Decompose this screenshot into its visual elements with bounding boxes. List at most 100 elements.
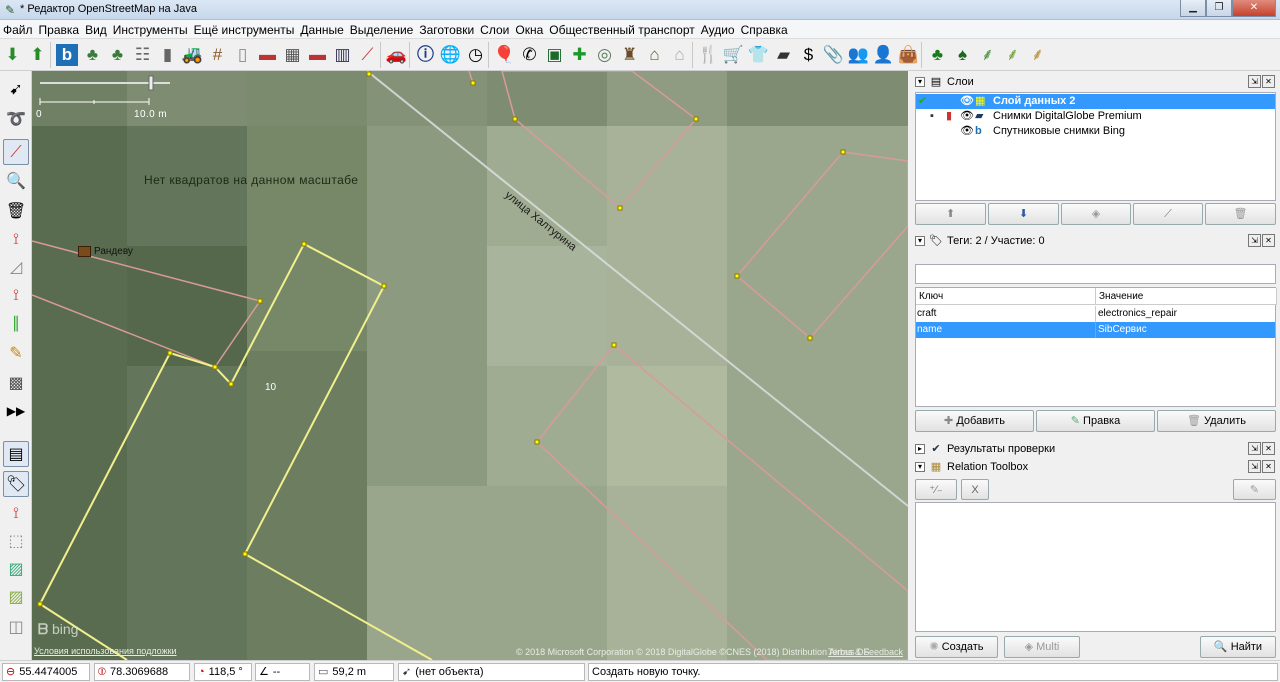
remove-relation-button[interactable]: X [961,479,989,500]
globe-icon[interactable]: 🌐 [438,42,463,68]
building-tool[interactable]: ▩ [3,371,29,397]
visibility-eye-icon[interactable]: 👁 [960,94,974,109]
edit-relation-button[interactable]: ✎ [1233,479,1276,500]
shirt-icon[interactable]: 👕 [746,42,771,68]
rails-icon[interactable]: # [205,42,230,68]
house-icon[interactable]: ⌂ [667,42,692,68]
cutlery-icon[interactable]: 🍴 [696,42,721,68]
people-icon[interactable]: 👥 [846,42,871,68]
cart-icon[interactable]: 🛒 [721,42,746,68]
car-icon[interactable]: 🚗 [384,42,409,68]
improve-way-tool[interactable]: ◿ [3,255,29,281]
menu-windows[interactable]: Окна [512,20,546,38]
validation-panel-header[interactable]: ▸ ✔ Результаты проверки ⇲ ✕ [912,440,1277,458]
relation-toggle[interactable]: ⬚ [3,529,29,555]
info-icon[interactable]: ⓘ [413,42,438,68]
menu-data[interactable]: Данные [297,20,346,38]
minimize-button[interactable]: ▁ [1180,0,1206,17]
tree-icon[interactable]: ♣ [105,42,130,68]
extrude-tool[interactable]: ⟟ [3,283,29,309]
imagery-terms-link[interactable]: Условия использования подложки [34,646,177,656]
dollar-icon[interactable]: $ [796,42,821,68]
detach-icon[interactable]: ⇲ [1248,442,1261,455]
detach-icon[interactable]: ⇲ [1248,234,1261,247]
menu-imagery[interactable]: Слои [477,20,512,38]
lasso-tool[interactable]: ➰ [3,107,29,133]
select-tool[interactable]: ➹ [3,77,29,103]
chalkboard-icon[interactable]: ▣ [542,42,567,68]
col-key-header[interactable]: Ключ [916,288,1096,305]
find-button[interactable]: 🔍 Найти [1200,636,1276,658]
menu-edit[interactable]: Правка [36,20,83,38]
move-up-button[interactable]: ⬆ [915,203,986,225]
map-toggle[interactable]: ▨ [3,585,29,611]
trees-icon[interactable]: ♣ [925,42,950,68]
layer-item[interactable]: ✔ 👁 ▦ Слой данных 2 [916,94,1275,109]
zoom-tool[interactable]: 🔍 [3,169,29,195]
image-toggle[interactable]: ▨ [3,557,29,583]
add-tag-button[interactable]: ✚ Добавить [915,410,1034,432]
delete-tool[interactable]: 🗑 [3,199,29,225]
relation-toolbox-header[interactable]: ▾ ▦ Relation Toolbox ⇲ ✕ [912,458,1277,476]
upload-icon[interactable]: ⬆ [25,42,50,68]
menu-audio[interactable]: Аудио [698,20,738,38]
factory-icon[interactable]: ⌂ [642,42,667,68]
more-tools-button[interactable]: ▶▶ [3,398,29,424]
filter-toggle[interactable]: ◫ [3,615,29,641]
phone-icon[interactable]: ✆ [517,42,542,68]
fence-icon[interactable]: ▦ [280,42,305,68]
ladder-icon[interactable]: ☷ [130,42,155,68]
poi-cafe[interactable]: Рандеву [78,246,133,257]
delete-layer-button[interactable]: 🗑 [1205,203,1276,225]
expand-icon[interactable]: ▸ [915,444,925,455]
edit-tag-button[interactable]: ✎ Правка [1036,410,1155,432]
bag-icon[interactable]: 👜 [896,42,921,68]
brick-icon[interactable]: ▬ [305,42,330,68]
layers-panel-header[interactable]: ▾ ▤ Слои ⇲ ✕ [912,73,1277,91]
wheat-icon[interactable]: ⸙ [1025,42,1050,68]
table-row[interactable]: name SibСервис [916,322,1275,338]
tag-panel-toggle[interactable]: 🏷 [3,471,29,497]
collapse-icon[interactable]: ▾ [915,77,925,88]
split-tool[interactable]: ⟟ [3,227,29,253]
wall-icon[interactable]: ▬ [255,42,280,68]
barrier-icon[interactable]: ▮ [155,42,180,68]
visibility-eye-icon[interactable]: 👁 [960,109,974,124]
hydrant-icon[interactable]: ▯ [230,42,255,68]
clip-icon[interactable]: 📎 [821,42,846,68]
col-value-header[interactable]: Значение [1096,288,1277,305]
menu-file[interactable]: Файл [0,20,36,38]
car-repair-icon[interactable]: ▰ [771,42,796,68]
bing-icon[interactable]: b [56,44,78,66]
toggle-dialogs-button[interactable]: ▤ [3,441,29,467]
clock-icon[interactable]: ◷ [463,42,488,68]
detach-icon[interactable]: ⇲ [1248,460,1261,473]
collapse-icon[interactable]: ▾ [915,236,925,247]
tree-icon[interactable]: ♣ [80,42,105,68]
tags-panel-header[interactable]: ▾ 🏷 Теги: 2 / Участие: 0 ⇲ ✕ [912,232,1277,250]
parallel-tool[interactable]: ∥ [3,311,29,337]
maximize-button[interactable]: ❐ [1206,0,1232,17]
menu-tools[interactable]: Инструменты [110,20,191,38]
tag-search-input[interactable] [915,264,1276,284]
download-icon[interactable]: ⬇ [0,42,25,68]
merge-button[interactable]: ◈ [1061,203,1131,225]
terms-feedback-link[interactable]: Terms & Feedback [828,647,903,657]
table-row[interactable]: craft electronics_repair [916,306,1275,322]
create-button[interactable]: ✺ Создать [915,636,998,658]
close-button[interactable]: ✕ [1232,0,1276,17]
menu-more-tools[interactable]: Ещё инструменты [191,20,298,38]
validation-toggle[interactable]: ⟟ [3,501,29,527]
close-panel-icon[interactable]: ✕ [1262,442,1275,455]
move-down-button[interactable]: ⬇ [988,203,1059,225]
gate-icon[interactable]: ▥ [330,42,355,68]
delete-tag-button[interactable]: 🗑 Удалить [1157,410,1276,432]
opacity-button[interactable]: ⟋ [1133,203,1203,225]
grass-icon[interactable]: ⸙ [975,42,1000,68]
close-panel-icon[interactable]: ✕ [1262,75,1275,88]
add-relation-member-button[interactable]: ⁺⁄₋ [915,479,957,500]
multi-button[interactable]: ◈ Multi [1004,636,1080,658]
stadium-icon[interactable]: ◎ [592,42,617,68]
layer-item[interactable]: 👁 b Спутниковые снимки Bing [916,124,1275,139]
detach-icon[interactable]: ⇲ [1248,75,1261,88]
